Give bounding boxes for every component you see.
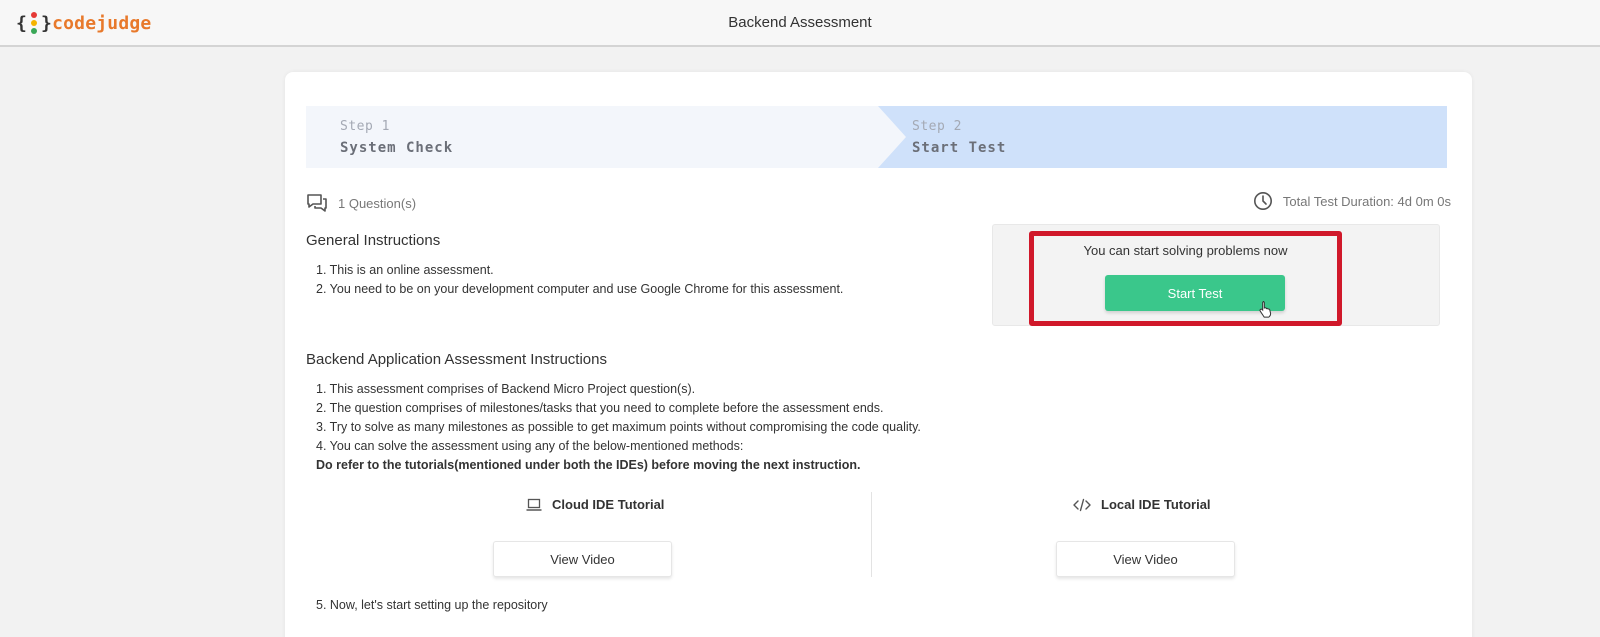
- cloud-ide-label: Cloud IDE Tutorial: [552, 497, 665, 512]
- general-instructions-heading: General Instructions: [306, 232, 441, 249]
- list-item: 1. This is an online assessment.: [316, 263, 494, 277]
- cloud-view-video-button[interactable]: View Video: [493, 541, 672, 577]
- list-item: 2. The question comprises of milestones/…: [316, 401, 884, 415]
- duration-text: Total Test Duration: 4d 0m 0s: [1282, 193, 1451, 209]
- clock-icon: [1253, 192, 1272, 210]
- top-bar: { } codejudge Backend Assessment: [0, 0, 1600, 47]
- step-name: System Check: [340, 140, 454, 156]
- general-instructions-list: 1. This is an online assessment. 2. You …: [306, 261, 843, 299]
- cloud-ide-tutorial-label: Cloud IDE Tutorial: [526, 497, 664, 512]
- step-number: Step 1: [340, 119, 390, 134]
- list-item: 2. You need to be on your development co…: [316, 282, 844, 296]
- backend-instructions-list: 1. This assessment comprises of Backend …: [306, 380, 921, 475]
- setup-instructions-list: 5. Now, let's start setting up the repos…: [306, 596, 548, 615]
- step-number: Step 2: [912, 119, 962, 134]
- list-item: 3. Try to solve as many milestones as po…: [316, 420, 921, 434]
- code-icon: [1073, 498, 1091, 512]
- tutorial-divider: [871, 492, 872, 577]
- step-name: Start Test: [912, 140, 1007, 156]
- list-item: 4. You can solve the assessment using an…: [316, 439, 744, 453]
- assessment-card: Step 1 System Check Step 2 Start Test 1 …: [285, 72, 1472, 637]
- local-ide-tutorial-label: Local IDE Tutorial: [1073, 497, 1211, 512]
- highlight-annotation: [1029, 231, 1342, 326]
- step-system-check: Step 1 System Check: [306, 106, 906, 168]
- stepper: Step 1 System Check Step 2 Start Test: [306, 106, 1447, 168]
- question-count: 1 Question(s): [306, 193, 416, 213]
- step-start-test: Step 2 Start Test: [878, 106, 1447, 168]
- tutorial-note: Do refer to the tutorials(mentioned unde…: [316, 458, 861, 472]
- question-count-text: 1 Question(s): [338, 195, 417, 211]
- list-item: 5. Now, let's start setting up the repos…: [316, 598, 548, 612]
- local-ide-label: Local IDE Tutorial: [1101, 497, 1211, 512]
- laptop-icon: [526, 498, 542, 512]
- backend-instructions-heading: Backend Application Assessment Instructi…: [306, 351, 607, 368]
- list-item: 1. This assessment comprises of Backend …: [316, 382, 696, 396]
- page-title: Backend Assessment: [728, 14, 872, 31]
- hand-cursor-icon: [1259, 301, 1272, 318]
- local-view-video-button[interactable]: View Video: [1056, 541, 1235, 577]
- questions-icon: [307, 194, 327, 212]
- test-duration: Total Test Duration: 4d 0m 0s: [1253, 191, 1451, 211]
